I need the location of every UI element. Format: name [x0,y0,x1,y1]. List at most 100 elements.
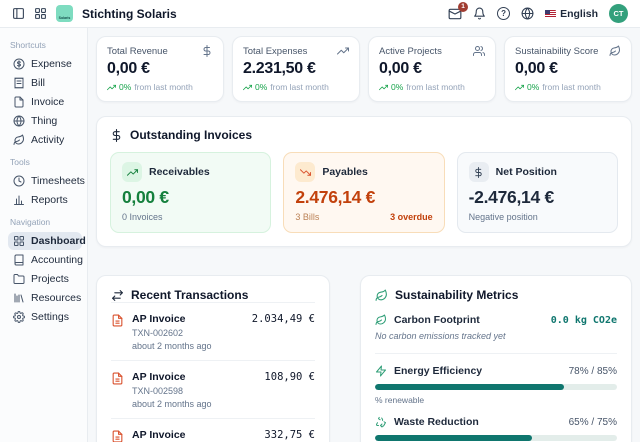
stat-card-sustainability-score[interactable]: Sustainability Score 0,00 € 0% from last… [504,36,632,102]
sidebar-item-timesheets[interactable]: Timesheets [8,172,85,190]
net-position-card[interactable]: Net Position -2.476,14 € Negative positi… [456,152,618,233]
transaction-name: AP Invoice [132,313,186,325]
outstanding-invoices-card: Outstanding Invoices Receivables 0,00 € … [96,116,632,247]
stat-change: 0% [119,82,132,92]
gear-icon [13,311,25,323]
progress-track [375,435,617,441]
globe-icon [521,7,534,20]
sidebar-item-label: Reports [31,194,68,206]
dollar-icon [203,45,211,57]
dollar-icon [475,166,482,178]
users-icon [473,46,485,56]
sidebar-item-settings[interactable]: Settings [8,308,82,326]
receivables-label: Receivables [149,166,210,178]
org-logo[interactable]: Solaris [56,5,73,22]
stat-value: 0,00 € [107,60,150,77]
transaction-name: AP Invoice [132,429,186,441]
sidebar-item-expense[interactable]: Expense [8,55,82,73]
net-position-label: Net Position [495,166,557,178]
top-header: Solaris Stichting Solaris 1 ? English CT [0,0,640,28]
zap-icon [376,365,386,377]
stat-change-text: from last month [406,82,465,92]
trending-up-icon [126,168,138,176]
sidebar-item-resources[interactable]: Resources [8,289,82,307]
sidebar-item-projects[interactable]: Projects [8,270,82,288]
payables-card[interactable]: Payables 2.476,14 € 3 Bills 3 overdue [283,152,445,233]
transaction-time: about 2 months ago [132,399,212,409]
unread-count-badge: 1 [458,1,469,12]
language-selector[interactable]: English [545,8,598,20]
file-text-icon [112,430,123,442]
stat-card-active-projects[interactable]: Active Projects 0,00 € 0% from last mont… [368,36,496,102]
progress-fill [375,435,533,441]
us-flag-icon [545,9,557,18]
metric-label: Waste Reduction [394,416,479,428]
help-circle-icon: ? [497,7,511,20]
sidebar-item-thing[interactable]: Thing [8,112,82,130]
trending-up-icon [379,84,388,90]
stat-card-total-revenue[interactable]: Total Revenue 0,00 € 0% from last month [96,36,224,102]
payables-sub: 3 Bills [295,212,320,222]
sidebar-item-dashboard[interactable]: Dashboard [8,232,86,250]
trending-up-icon [337,47,349,55]
receivables-value: 0,00 € [122,187,169,207]
progress-track [375,384,617,390]
net-position-sub: Negative position [468,212,538,222]
sidebar-item-label: Expense [31,58,72,70]
transaction-row[interactable]: AP Invoice TXN-002601 2 months ago 332,7… [111,418,315,442]
library-icon [14,293,24,303]
payables-value: 2.476,14 € [295,187,376,207]
stat-change: 0% [527,82,540,92]
org-title: Stichting Solaris [82,6,177,21]
trending-up-icon [243,84,252,90]
sidebar-section-tools: Tools [10,157,30,167]
transaction-time: about 2 months ago [132,341,212,351]
transaction-row[interactable]: AP Invoice TXN-002602 about 2 months ago… [111,302,315,360]
transaction-name: AP Invoice [132,371,186,383]
user-avatar[interactable]: CT [609,4,628,23]
payables-label: Payables [322,166,368,178]
stat-change: 0% [391,82,404,92]
folder-icon [13,274,25,284]
carbon-footprint-row: Carbon Footprint 0.0 kg CO2e [375,314,617,326]
sidebar: Shortcuts Expense Bill Invoice Thing Act… [0,28,88,442]
carbon-note: No carbon emissions tracked yet [375,331,506,341]
help-button[interactable]: ? [497,7,511,20]
sidebar-toggle-button[interactable] [12,7,25,20]
receivables-card[interactable]: Receivables 0,00 € 0 Invoices [110,152,272,233]
bell-icon [474,7,485,20]
messages-button[interactable]: 1 [448,1,469,21]
trending-down-icon [299,168,311,176]
divider [375,353,617,354]
bottom-row: Recent Transactions AP Invoice TXN-00260… [96,275,632,442]
locale-globe-button[interactable] [521,7,534,20]
sidebar-item-label: Accounting [31,254,83,266]
sidebar-item-label: Projects [31,273,69,285]
metric-energy-efficiency: Energy Efficiency 78% / 85% % renewable [375,365,617,405]
transaction-ref: TXN-002598 [132,386,184,396]
apps-grid-button[interactable] [34,7,47,20]
stat-value: 2.231,50 € [243,60,316,77]
section-title: Outstanding Invoices [130,128,253,142]
sidebar-item-bill[interactable]: Bill [8,74,82,92]
grid-icon [14,236,24,246]
transaction-amount: 332,75 € [264,429,315,441]
bar-chart-icon [14,195,24,205]
panel-left-icon [13,8,24,19]
sidebar-item-label: Timesheets [31,175,85,187]
transaction-ref: TXN-002602 [132,328,184,338]
transaction-row[interactable]: AP Invoice TXN-002598 about 2 months ago… [111,360,315,418]
file-text-icon [112,372,123,385]
sidebar-item-invoice[interactable]: Invoice [8,93,82,111]
transaction-amount: 2.034,49 € [251,313,315,325]
sidebar-item-accounting[interactable]: Accounting [8,251,83,269]
notifications-button[interactable] [473,7,486,20]
stat-title: Active Projects [379,45,442,57]
sidebar-item-label: Activity [31,134,65,146]
receipt-icon [14,77,24,89]
stat-card-total-expenses[interactable]: Total Expenses 2.231,50 € 0% from last m… [232,36,360,102]
sidebar-item-activity[interactable]: Activity [8,131,82,149]
sidebar-section-navigation: Navigation [10,217,51,227]
sidebar-item-reports[interactable]: Reports [8,191,82,209]
metric-ratio: 65% / 75% [568,416,617,428]
